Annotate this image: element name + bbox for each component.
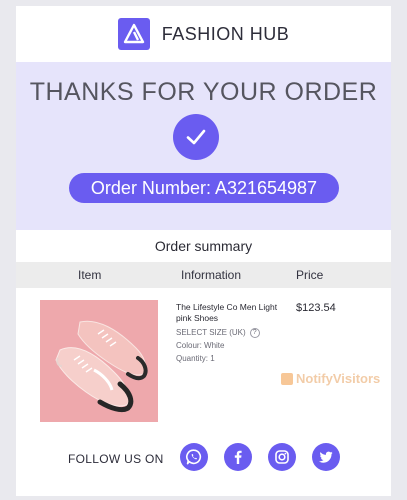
page-title: THANKS FOR YOUR ORDER xyxy=(29,78,378,106)
twitter-icon[interactable] xyxy=(312,443,340,471)
product-colour: Colour: White xyxy=(176,341,225,350)
product-quantity: Quantity: 1 xyxy=(176,354,215,363)
order-email-card: FASHION HUB THANKS FOR YOUR ORDER Order … xyxy=(16,6,391,496)
watermark: NotifyVisitors xyxy=(281,371,380,386)
follow-us-label: FOLLOW US ON xyxy=(68,452,164,466)
product-information: The Lifestyle Co Men Light pink Shoes SE… xyxy=(176,302,286,365)
facebook-icon[interactable] xyxy=(224,443,252,471)
pink-sneakers-image[interactable] xyxy=(40,300,158,422)
size-selector[interactable]: SELECT SIZE (UK) ? xyxy=(176,326,286,339)
column-header-price: Price xyxy=(296,268,324,282)
size-label: SELECT SIZE (UK) xyxy=(176,328,246,337)
checkmark-icon xyxy=(173,114,219,160)
whatsapp-icon[interactable] xyxy=(180,443,208,471)
brand-name: FASHION HUB xyxy=(161,23,290,44)
brand-header: FASHION HUB xyxy=(16,6,391,62)
product-price: $123.54 xyxy=(296,302,336,314)
triangle-logo-icon xyxy=(117,18,150,50)
order-summary-title: Order summary xyxy=(154,238,253,254)
product-name: The Lifestyle Co Men Light pink Shoes xyxy=(176,302,278,323)
column-header-information: Information xyxy=(181,268,242,282)
summary-table-header: Item Information Price xyxy=(16,262,391,288)
instagram-icon[interactable] xyxy=(268,443,296,471)
thank-you-banner: THANKS FOR YOUR ORDER Order Number: A321… xyxy=(16,62,391,230)
watermark-text: NotifyVisitors xyxy=(296,371,381,386)
help-icon[interactable]: ? xyxy=(249,327,260,338)
notifyvisitors-logo-icon xyxy=(281,372,293,385)
column-header-item: Item xyxy=(78,268,102,282)
order-number-badge: Order Number: A321654987 xyxy=(69,173,339,203)
